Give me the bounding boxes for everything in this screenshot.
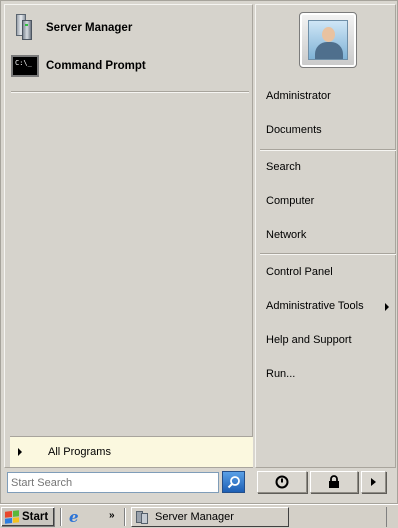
divider <box>60 508 62 526</box>
search-button[interactable] <box>222 471 245 493</box>
pinned-item-server-manager[interactable]: Server Manager <box>10 13 245 43</box>
menu-item-administrator[interactable]: Administrator <box>266 90 331 102</box>
menu-item-run[interactable]: Run... <box>266 368 295 380</box>
divider <box>124 508 126 526</box>
menu-item-control-panel[interactable]: Control Panel <box>266 266 333 278</box>
server-manager-icon <box>10 14 40 41</box>
arrow-right-icon <box>18 448 22 456</box>
menu-item-label: Administrative Tools <box>266 300 364 312</box>
all-programs-label: All Programs <box>48 446 111 458</box>
all-programs-button[interactable]: All Programs <box>10 436 253 467</box>
internet-explorer-icon[interactable]: e <box>69 510 85 525</box>
taskbar-button-server-manager[interactable]: Server Manager <box>131 507 289 527</box>
start-search-input[interactable] <box>7 472 219 493</box>
menu-item-computer[interactable]: Computer <box>266 195 314 207</box>
pinned-item-label: Server Manager <box>46 22 133 34</box>
taskbar-button-label: Server Manager <box>155 511 234 523</box>
menu-item-search[interactable]: Search <box>266 161 301 173</box>
lock-button[interactable] <box>310 471 358 493</box>
lock-icon <box>329 475 339 488</box>
windows-logo-icon <box>5 510 19 524</box>
submenu-arrow-icon <box>385 303 389 311</box>
arrow-right-icon <box>370 478 376 486</box>
menu-item-help-and-support[interactable]: Help and Support <box>266 334 352 346</box>
divider <box>260 253 396 255</box>
divider <box>260 149 396 151</box>
command-prompt-icon: C:\_ <box>10 53 40 79</box>
power-icon <box>275 475 289 489</box>
menu-item-network[interactable]: Network <box>266 229 306 241</box>
user-avatar-icon[interactable] <box>299 12 357 68</box>
power-button[interactable] <box>257 471 307 493</box>
server-manager-icon <box>135 510 149 524</box>
start-menu-right-pane: Administrator Documents Search Computer … <box>255 4 396 468</box>
start-menu: Server Manager C:\_ Command Prompt All P… <box>0 0 398 504</box>
menu-item-administrative-tools[interactable]: Administrative Tools <box>266 300 392 312</box>
menu-item-documents[interactable]: Documents <box>266 124 322 136</box>
quick-launch-overflow-button[interactable]: » <box>109 510 114 521</box>
shutdown-options-button[interactable] <box>361 471 386 493</box>
start-menu-left-pane: Server Manager C:\_ Command Prompt All P… <box>4 4 253 468</box>
taskbar: Start e » Server Manager <box>0 504 398 528</box>
notification-area <box>386 507 398 527</box>
search-icon <box>227 476 240 489</box>
start-button-label: Start <box>22 511 49 523</box>
pinned-item-label: Command Prompt <box>46 60 146 72</box>
divider <box>11 91 249 93</box>
start-button[interactable]: Start <box>1 507 55 527</box>
pinned-item-command-prompt[interactable]: C:\_ Command Prompt <box>10 51 245 81</box>
